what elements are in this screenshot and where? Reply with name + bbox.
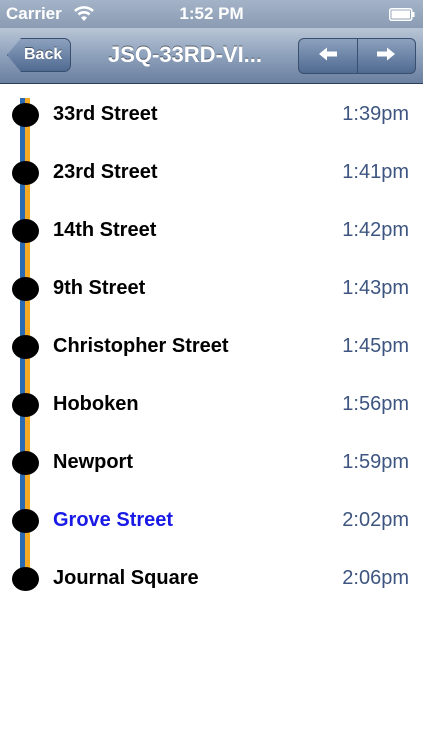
stop-row[interactable]: 9th Street 1:43pm (0, 260, 423, 318)
stop-dot-icon (12, 567, 39, 591)
stop-time: 1:39pm (342, 103, 409, 125)
stop-name: Grove Street (53, 509, 174, 531)
stop-row[interactable]: 23rd Street 1:41pm (0, 144, 423, 202)
stop-dot-icon (12, 393, 39, 417)
prev-next-control (298, 38, 416, 74)
stop-row[interactable]: Newport 1:59pm (0, 434, 423, 492)
stop-dot-icon (12, 219, 39, 243)
stop-name: 9th Street (53, 277, 146, 299)
stop-name: 23rd Street (53, 161, 158, 183)
stop-name: Journal Square (53, 567, 199, 589)
stop-dot-icon (12, 277, 39, 301)
battery-icon (389, 6, 415, 21)
stop-row[interactable]: Journal Square 2:06pm (0, 550, 423, 608)
stop-row[interactable]: Christopher Street 1:45pm (0, 318, 423, 376)
stop-dot-icon (12, 161, 39, 185)
stop-dot-icon (12, 335, 39, 359)
stop-time: 2:06pm (342, 567, 409, 589)
stop-name: Newport (53, 451, 133, 473)
page-title: JSQ-33RD-VI... (107, 42, 263, 67)
stop-row[interactable]: 33rd Street 1:39pm (0, 86, 423, 144)
stop-time: 1:42pm (342, 219, 409, 241)
stop-time: 1:45pm (342, 335, 409, 357)
previous-button[interactable] (299, 39, 357, 73)
stop-row-current[interactable]: Grove Street 2:02pm (0, 492, 423, 550)
stop-row[interactable]: Hoboken 1:56pm (0, 376, 423, 434)
stop-dot-icon (12, 103, 39, 127)
stop-name: 14th Street (53, 219, 157, 241)
stop-time: 1:59pm (342, 451, 409, 473)
stop-name: 33rd Street (53, 103, 158, 125)
next-button[interactable] (356, 39, 416, 73)
arrow-left-icon (318, 46, 338, 67)
stop-row[interactable]: 14th Street 1:42pm (0, 202, 423, 260)
stop-time: 1:41pm (342, 161, 409, 183)
stop-name: Christopher Street (53, 335, 229, 357)
arrow-right-icon (376, 46, 396, 67)
stop-time: 1:56pm (342, 393, 409, 415)
navigation-bar: Back JSQ-33RD-VI... (0, 28, 423, 84)
status-time: 1:52 PM (179, 4, 244, 23)
status-bar: Carrier 1:52 PM (0, 0, 423, 28)
stop-name: Hoboken (53, 393, 139, 415)
stop-list: 33rd Street 1:39pm 23rd Street 1:41pm 14… (0, 86, 423, 608)
stop-time: 2:02pm (342, 509, 409, 531)
stop-dot-icon (12, 451, 39, 475)
stop-time: 1:43pm (342, 277, 409, 299)
back-button[interactable]: Back (7, 38, 71, 72)
stop-dot-icon (12, 509, 39, 533)
